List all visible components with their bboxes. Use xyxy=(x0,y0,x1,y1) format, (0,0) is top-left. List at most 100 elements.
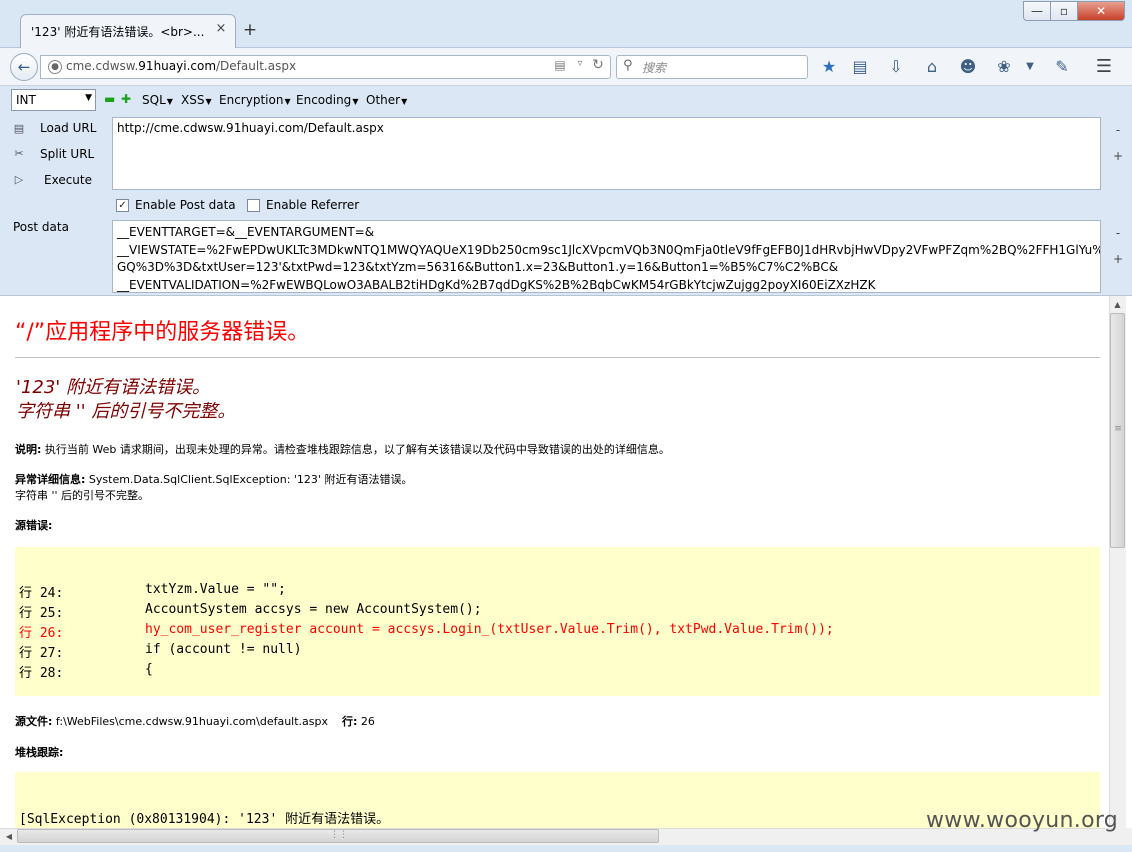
description-label: 说明: xyxy=(15,443,42,456)
line-value: 26 xyxy=(357,715,375,728)
description: 说明: 执行当前 Web 请求期间，出现未处理的异常。请检查堆栈跟踪信息，以了解… xyxy=(15,441,670,457)
notes-icon[interactable]: ✎ xyxy=(1051,56,1073,78)
load-url-button[interactable]: Load URL xyxy=(40,121,96,137)
exception-text: System.Data.SqlClient.SqlException: '123… xyxy=(85,473,413,486)
code-line-highlighted: 行 26: hy_com_user_register account = accs… xyxy=(19,622,834,642)
globe-icon: ● xyxy=(48,60,62,74)
menu-sql[interactable]: SQL▼ xyxy=(142,93,173,109)
exception-label: 异常详细信息: xyxy=(15,473,86,486)
search-placeholder[interactable]: 搜索 xyxy=(642,59,742,75)
stack-trace-label: 堆栈跟踪: xyxy=(15,744,63,760)
post-shrink-button[interactable]: - xyxy=(1113,227,1123,239)
reload-icon[interactable]: ↻ xyxy=(590,57,606,75)
chevron-down-icon: ▼ xyxy=(166,97,173,106)
bookmarks-list-icon[interactable]: ▤ xyxy=(849,56,871,78)
code-line: 行 27: if (account != null) xyxy=(19,642,302,662)
chevron-down-icon: ▼ xyxy=(284,97,291,106)
chevron-down-icon: ▼ xyxy=(352,97,359,106)
exception-text-2: 字符串 '' 后的引号不完整。 xyxy=(15,489,150,502)
search-icon: ⚲ xyxy=(623,58,633,73)
stack-trace-line: [SqlException (0x80131904): '123' 附近有语法错… xyxy=(19,812,390,827)
error-heading: '123' 附近有语法错误。 字符串 '' 后的引号不完整。 xyxy=(16,376,716,426)
home-icon[interactable]: ⌂ xyxy=(921,56,943,78)
firebug-icon[interactable]: ❀ xyxy=(993,56,1015,78)
menu-other-label: Other xyxy=(366,93,401,107)
code-line-text: hy_com_user_register account = accsys.Lo… xyxy=(145,622,834,637)
menu-encoding-label: Encoding xyxy=(296,93,352,107)
source-file-label: 源文件: xyxy=(15,715,53,728)
type-select-value: INT xyxy=(16,93,36,107)
code-line-number: 行 25: xyxy=(19,606,64,621)
code-line-text: txtYzm.Value = ""; xyxy=(145,582,286,597)
post-expand-button[interactable]: + xyxy=(1113,253,1123,265)
grip-icon: ≡ xyxy=(1114,424,1122,434)
tab-close-icon[interactable]: × xyxy=(214,22,228,36)
url-textarea[interactable]: http://cme.cdwsw.91huayi.com/Default.asp… xyxy=(112,117,1101,190)
post-data-textarea[interactable]: __EVENTTARGET=&__EVENTARGUMENT=& __VIEWS… xyxy=(112,220,1101,293)
execute-button[interactable]: Execute xyxy=(44,173,92,189)
divider xyxy=(15,357,1100,358)
scroll-left-icon[interactable]: ◀ xyxy=(2,830,16,844)
code-line-number: 行 26: xyxy=(19,626,64,641)
firebug-dropdown-icon[interactable]: ▼ xyxy=(1019,56,1041,78)
code-line-number: 行 24: xyxy=(19,586,64,601)
url-dropdown-icon[interactable]: ▿ xyxy=(574,58,586,74)
new-tab-button[interactable]: + xyxy=(242,22,258,39)
type-select[interactable]: INT ▼ xyxy=(11,89,96,111)
code-line: 行 24: txtYzm.Value = ""; xyxy=(19,582,286,602)
stack-trace-label-text: 堆栈跟踪: xyxy=(15,746,64,759)
scroll-up-icon[interactable]: ▲ xyxy=(1109,298,1126,312)
back-button[interactable]: ← xyxy=(10,53,38,81)
chat-icon[interactable]: ☻ xyxy=(957,56,979,78)
menu-other[interactable]: Other▼ xyxy=(366,93,407,109)
source-error-label-text: 源错误: xyxy=(15,519,53,532)
enable-post-label: Enable Post data xyxy=(135,198,236,212)
grip-icon: ⋮⋮ xyxy=(330,830,348,840)
close-window-button[interactable]: ✕ xyxy=(1077,1,1125,21)
download-icon[interactable]: ⇩ xyxy=(885,56,907,78)
decrease-button[interactable]: ▬ xyxy=(104,93,115,105)
menu-encryption[interactable]: Encryption▼ xyxy=(219,93,291,109)
enable-referrer-checkbox[interactable] xyxy=(247,199,260,212)
chevron-down-icon: ▼ xyxy=(401,97,408,106)
minimize-button[interactable]: — xyxy=(1023,1,1051,21)
menu-xss[interactable]: XSS▼ xyxy=(181,93,212,109)
window-bottom-border xyxy=(0,845,1132,852)
post-line: GQ%3D%3D&txtUser=123'&txtPwd=123&txtYzm=… xyxy=(117,260,839,274)
load-url-icon: ▤ xyxy=(13,122,25,135)
increase-button[interactable]: ✚ xyxy=(121,93,131,105)
post-line: __VIEWSTATE=%2FwEPDwUKLTc3MDkwNTQ1MWQYAQ… xyxy=(117,242,1101,257)
tab-active[interactable]: '123' 附近有语法错误。<br>... xyxy=(20,14,236,49)
reader-view-icon[interactable]: ▤ xyxy=(552,58,568,74)
post-data-label: Post data xyxy=(13,220,69,234)
url-text[interactable]: cme.cdwsw.91huayi.com/Default.aspx xyxy=(66,59,486,75)
tab-title: '123' 附近有语法错误。<br>... xyxy=(31,25,205,39)
source-file: 源文件: f:\WebFiles\cme.cdwsw.91huayi.com\d… xyxy=(15,713,375,729)
url-shrink-button[interactable]: - xyxy=(1113,124,1123,136)
code-line-text: if (account != null) xyxy=(145,642,302,657)
code-line-text: AccountSystem accsys = new AccountSystem… xyxy=(145,602,482,617)
chevron-down-icon: ▼ xyxy=(205,97,212,106)
chevron-down-icon: ▼ xyxy=(85,93,92,103)
menu-sql-label: SQL xyxy=(142,93,166,107)
error-line-1: '123' 附近有语法错误。 xyxy=(16,377,210,398)
bookmark-star-icon[interactable]: ★ xyxy=(818,56,840,78)
menu-encryption-label: Encryption xyxy=(219,93,284,107)
url-expand-button[interactable]: + xyxy=(1113,150,1123,162)
error-line-2: 字符串 '' 后的引号不完整。 xyxy=(16,401,236,422)
enable-post-checkbox[interactable]: ✓ xyxy=(116,199,129,212)
menu-icon[interactable]: ☰ xyxy=(1093,56,1115,78)
description-text: 执行当前 Web 请求期间，出现未处理的异常。请检查堆栈跟踪信息，以了解有关该错… xyxy=(41,443,670,456)
execute-icon: ▷ xyxy=(14,173,24,186)
url-path: /Default.aspx xyxy=(216,59,297,73)
menu-encoding[interactable]: Encoding▼ xyxy=(296,93,358,109)
code-line-number: 行 27: xyxy=(19,646,64,661)
maximize-button[interactable]: ▫ xyxy=(1050,1,1078,21)
exception-details: 异常详细信息: System.Data.SqlClient.SqlExcepti… xyxy=(15,471,412,487)
enable-referrer-label: Enable Referrer xyxy=(266,198,360,212)
split-url-button[interactable]: Split URL xyxy=(40,147,94,163)
post-line: __EVENTTARGET=&__EVENTARGUMENT=& xyxy=(117,225,375,239)
code-line-number: 行 28: xyxy=(19,666,64,681)
source-file-path: f:\WebFiles\cme.cdwsw.91huayi.com\defaul… xyxy=(52,715,328,728)
code-line: 行 25: AccountSystem accsys = new AccountS… xyxy=(19,602,482,622)
